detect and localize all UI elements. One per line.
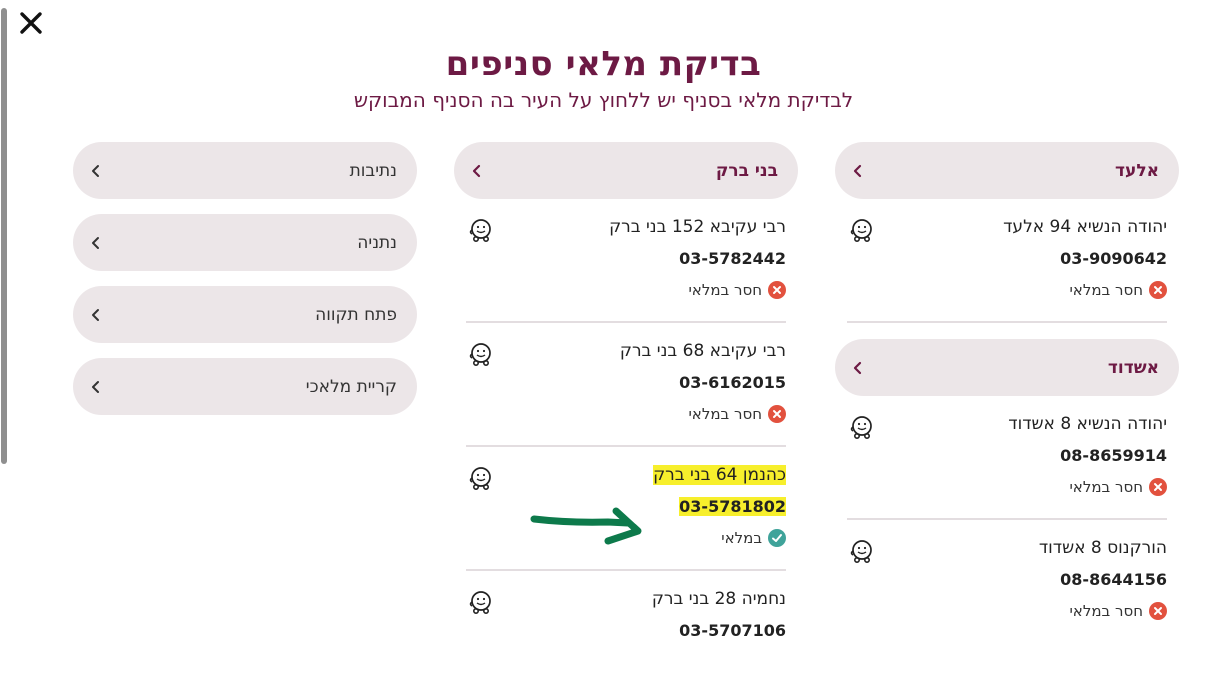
- branch-address: נחמיה 28 בני ברק: [651, 589, 786, 609]
- city-label: נתיבות: [349, 160, 397, 181]
- city-label: אשדוד: [1107, 357, 1159, 378]
- branch-phone: 03-5781802: [679, 497, 786, 516]
- city-accordion-netivot[interactable]: נתיבות: [73, 142, 417, 199]
- branch-phone: 03-9090642: [1060, 249, 1167, 268]
- chevron-left-icon: [92, 164, 99, 177]
- annotation-arrow: [530, 507, 642, 545]
- branch-address: הורקנוס 8 אשדוד: [1038, 538, 1167, 558]
- close-icon[interactable]: [16, 8, 46, 38]
- stock-status: חסר במלאי: [1069, 602, 1167, 620]
- branch-phone: 03-6162015: [679, 373, 786, 392]
- city-label: פתח תקווה: [315, 304, 397, 325]
- stock-status-label: במלאי: [721, 529, 762, 547]
- waze-icon[interactable]: [847, 414, 875, 442]
- branch-address: רבי עקיבא 68 בני ברק: [619, 341, 786, 361]
- waze-icon[interactable]: [466, 589, 494, 617]
- city-column-right: אלעד יהודה הנשיא 94 אלעד 03-9090642 חסר …: [835, 142, 1179, 644]
- city-accordion-ashdod[interactable]: אשדוד: [835, 339, 1179, 396]
- city-column-middle: בני ברק רבי עקיבא 152 בני ברק 03-5782442…: [454, 142, 798, 695]
- branch-phone: 08-8659914: [1060, 446, 1167, 465]
- branch-item: נחמיה 28 בני ברק 03-5707106: [454, 571, 798, 695]
- branch-address: כהנמן 64 בני ברק: [653, 465, 786, 485]
- x-circle-icon: [768, 281, 786, 299]
- waze-icon[interactable]: [466, 217, 494, 245]
- branch-item: רבי עקיבא 68 בני ברק 03-6162015 חסר במלא…: [454, 323, 798, 447]
- chevron-left-icon: [92, 308, 99, 321]
- branch-item: הורקנוס 8 אשדוד 08-8644156 חסר במלאי: [835, 520, 1179, 644]
- branch-address: רבי עקיבא 152 בני ברק: [609, 217, 786, 237]
- branch-phone: 08-8644156: [1060, 570, 1167, 589]
- x-circle-icon: [768, 405, 786, 423]
- branch-phone: 03-5707106: [679, 621, 786, 640]
- x-circle-icon: [1149, 281, 1167, 299]
- city-label: נתניה: [357, 232, 397, 253]
- city-label: קריית מלאכי: [305, 376, 397, 397]
- stock-status: במלאי: [721, 529, 786, 547]
- chevron-left-icon: [853, 164, 862, 177]
- waze-icon[interactable]: [847, 217, 875, 245]
- stock-status: חסר במלאי: [1069, 478, 1167, 496]
- city-accordion-netanya[interactable]: נתניה: [73, 214, 417, 271]
- chevron-left-icon: [472, 164, 481, 177]
- page-title: בדיקת מלאי סניפים: [445, 44, 762, 84]
- stock-status-label: חסר במלאי: [1069, 602, 1143, 620]
- city-accordion-elad[interactable]: אלעד: [835, 142, 1179, 199]
- x-circle-icon: [1149, 602, 1167, 620]
- city-label: בני ברק: [715, 160, 778, 181]
- branch-item: יהודה הנשיא 94 אלעד 03-9090642 חסר במלאי: [835, 199, 1179, 323]
- stock-status: חסר במלאי: [688, 405, 786, 423]
- stock-status-label: חסר במלאי: [1069, 281, 1143, 299]
- city-column-left: נתיבות נתניה פתח תקווה קריית מלאכי: [73, 142, 417, 430]
- city-accordion-kiryat-malachi[interactable]: קריית מלאכי: [73, 358, 417, 415]
- divider: [847, 321, 1167, 323]
- chevron-left-icon: [853, 361, 862, 374]
- waze-icon[interactable]: [466, 465, 494, 493]
- stock-status-label: חסר במלאי: [688, 281, 762, 299]
- branch-address: יהודה הנשיא 8 אשדוד: [1008, 414, 1167, 434]
- chevron-left-icon: [92, 380, 99, 393]
- stock-status: חסר במלאי: [1069, 281, 1167, 299]
- city-accordion-petah-tikva[interactable]: פתח תקווה: [73, 286, 417, 343]
- chevron-left-icon: [92, 236, 99, 249]
- stock-status-label: חסר במלאי: [1069, 478, 1143, 496]
- x-circle-icon: [1149, 478, 1167, 496]
- branch-item: יהודה הנשיא 8 אשדוד 08-8659914 חסר במלאי: [835, 396, 1179, 520]
- branch-item: רבי עקיבא 152 בני ברק 03-5782442 חסר במל…: [454, 199, 798, 323]
- stock-status: חסר במלאי: [688, 281, 786, 299]
- city-label: אלעד: [1115, 160, 1159, 181]
- branch-phone: 03-5782442: [679, 249, 786, 268]
- branch-address: יהודה הנשיא 94 אלעד: [1003, 217, 1167, 237]
- stock-status-label: חסר במלאי: [688, 405, 762, 423]
- waze-icon[interactable]: [466, 341, 494, 369]
- page-subtitle: לבדיקת מלאי בסניף יש ללחוץ על העיר בה הס…: [353, 88, 854, 112]
- waze-icon[interactable]: [847, 538, 875, 566]
- check-circle-icon: [768, 529, 786, 547]
- city-accordion-bnei-brak[interactable]: בני ברק: [454, 142, 798, 199]
